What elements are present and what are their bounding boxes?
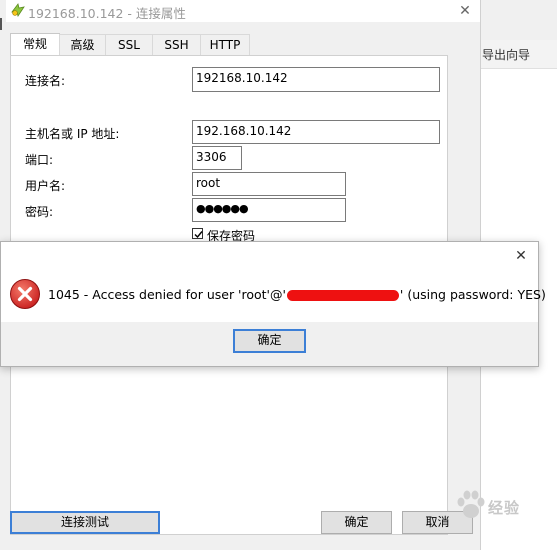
error-message: 1045 - Access denied for user 'root'@' ' … bbox=[48, 287, 546, 302]
background-app-marker bbox=[0, 18, 2, 30]
error-ok-button[interactable]: 确定 bbox=[233, 329, 306, 353]
tab-http[interactable]: HTTP bbox=[200, 34, 250, 55]
password-label: 密码: bbox=[25, 205, 54, 219]
error-dialog: ✕ 1045 - Access denied for user 'root'@'… bbox=[0, 241, 546, 367]
error-icon bbox=[10, 279, 40, 309]
watermark-text: 经验 bbox=[488, 499, 521, 517]
paw-logo-icon bbox=[457, 490, 485, 518]
redacted-host bbox=[286, 290, 399, 301]
connection-icon bbox=[11, 3, 25, 17]
username-input[interactable]: root bbox=[192, 172, 346, 196]
dialog-close-button[interactable]: ✕ bbox=[454, 1, 476, 21]
tab-ssl[interactable]: SSL bbox=[105, 34, 153, 55]
ok-button[interactable]: 确定 bbox=[321, 511, 392, 534]
password-input[interactable]: ●●●●●● bbox=[192, 198, 346, 222]
close-icon: ✕ bbox=[459, 3, 471, 19]
host-input[interactable]: 192.168.10.142 bbox=[192, 120, 440, 144]
tab-advanced[interactable]: 高级 bbox=[59, 34, 106, 55]
port-label: 端口: bbox=[25, 153, 54, 167]
background-toolbar: 导出向导 bbox=[480, 40, 557, 69]
connection-name-input[interactable]: 192168.10.142 bbox=[192, 67, 440, 92]
error-message-area: ✕ 1045 - Access denied for user 'root'@'… bbox=[1, 242, 546, 322]
test-connection-button[interactable]: 连接测试 bbox=[10, 511, 160, 534]
export-wizard-button[interactable]: 导出向导 bbox=[482, 46, 530, 63]
error-message-start: 1045 - Access denied for user 'root'@' bbox=[48, 287, 286, 302]
watermark: 经验 bbox=[452, 486, 552, 532]
username-label: 用户名: bbox=[25, 179, 66, 193]
close-icon: ✕ bbox=[515, 248, 527, 264]
dialog-titlebar: 192168.10.142 - 连接属性 ✕ bbox=[6, 0, 480, 22]
checkbox-box[interactable] bbox=[192, 228, 203, 239]
checkmark-icon bbox=[194, 231, 203, 239]
error-message-end: ' (using password: YES) bbox=[399, 287, 546, 302]
connection-name-label: 连接名: bbox=[25, 74, 66, 88]
tab-ssh[interactable]: SSH bbox=[152, 34, 201, 55]
error-close-button[interactable]: ✕ bbox=[511, 246, 531, 266]
port-input[interactable]: 3306 bbox=[192, 146, 242, 170]
dialog-title: 192168.10.142 - 连接属性 bbox=[28, 6, 186, 21]
host-label: 主机名或 IP 地址: bbox=[25, 127, 120, 141]
tab-general[interactable]: 常规 bbox=[10, 33, 60, 56]
